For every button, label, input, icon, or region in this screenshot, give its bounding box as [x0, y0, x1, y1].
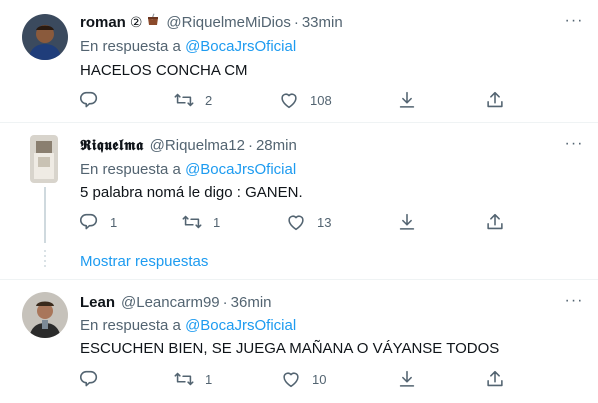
reply-mention-link[interactable]: @BocaJrsOficial — [185, 317, 296, 334]
more-icon[interactable]: ··· — [564, 13, 584, 34]
more-icon[interactable]: ··· — [564, 293, 584, 314]
reply-button[interactable]: 1 — [78, 211, 117, 233]
reply-icon — [79, 91, 98, 108]
handle[interactable]: @Leancarm99 — [121, 294, 220, 311]
like-button[interactable]: 13 — [285, 211, 331, 233]
download-button[interactable] — [396, 211, 418, 233]
like-count: 13 — [317, 214, 332, 230]
separator: · — [293, 13, 299, 31]
reply-mention-link[interactable]: @BocaJrsOficial — [185, 161, 296, 178]
reply-mention-link[interactable]: @BocaJrsOficial — [185, 38, 296, 55]
reply-to: En respuesta a @BocaJrsOficial — [80, 38, 296, 55]
badge: ② — [129, 13, 143, 30]
like-count: 10 — [312, 371, 327, 387]
share-icon — [487, 91, 503, 108]
reply-count: 1 — [110, 214, 118, 230]
more-icon[interactable]: ··· — [564, 136, 584, 157]
share-icon — [487, 213, 503, 230]
like-icon — [281, 93, 297, 109]
retweet-button[interactable]: 1 — [173, 368, 212, 390]
timestamp[interactable]: 28min — [256, 137, 297, 154]
avatar[interactable] — [22, 292, 68, 338]
retweet-icon — [182, 215, 202, 229]
reply-to: En respuesta a @BocaJrsOficial — [80, 317, 296, 334]
share-icon — [487, 370, 503, 387]
mate-icon — [146, 13, 160, 31]
download-icon — [399, 213, 415, 230]
retweet-count: 2 — [205, 92, 213, 108]
like-count: 108 — [310, 92, 332, 108]
reply-button[interactable] — [78, 89, 110, 111]
handle[interactable]: @RiquelmeMiDios — [166, 14, 290, 31]
download-button[interactable] — [396, 368, 418, 390]
retweet-count: 1 — [213, 214, 221, 230]
reply-to: En respuesta a @BocaJrsOficial — [80, 161, 296, 178]
retweet-count: 1 — [205, 371, 213, 387]
reply-icon — [79, 213, 98, 230]
retweet-icon — [174, 372, 194, 386]
retweet-icon — [174, 93, 194, 107]
reply-prefix: En respuesta a — [80, 38, 181, 55]
display-name[interactable]: 𝕽𝖎𝖖𝖚𝖊𝖑𝖒𝖆 — [80, 136, 144, 154]
thread-dots — [44, 250, 46, 270]
share-button[interactable] — [484, 89, 506, 111]
timestamp[interactable]: 36min — [231, 294, 272, 311]
reply-prefix: En respuesta a — [80, 317, 181, 334]
show-replies-link[interactable]: Mostrar respuestas — [80, 253, 208, 270]
tweet-3[interactable]: Lean @Leancarm99 · 36min ··· En respuest… — [0, 280, 598, 403]
handle[interactable]: @Riquelma12 — [150, 137, 245, 154]
display-name[interactable]: roman — [80, 14, 126, 31]
reply-icon — [79, 370, 98, 387]
retweet-button[interactable]: 1 — [181, 211, 220, 233]
separator: · — [222, 293, 228, 311]
reply-prefix: En respuesta a — [80, 161, 181, 178]
avatar[interactable] — [22, 14, 68, 60]
download-icon — [399, 91, 415, 108]
reply-button[interactable] — [78, 368, 110, 390]
share-button[interactable] — [484, 211, 506, 233]
tweet-1[interactable]: roman ② @RiquelmeMiDios · 33min ··· En r… — [0, 0, 598, 122]
timestamp[interactable]: 33min — [302, 14, 343, 31]
retweet-button[interactable]: 2 — [173, 89, 212, 111]
avatar[interactable] — [30, 135, 58, 183]
download-button[interactable] — [396, 89, 418, 111]
display-name[interactable]: Lean — [80, 294, 115, 311]
tweet-text: HACELOS CONCHA CM — [80, 62, 248, 79]
thread-line — [44, 187, 46, 243]
like-button[interactable]: 10 — [280, 368, 326, 390]
share-button[interactable] — [484, 368, 506, 390]
like-button[interactable]: 108 — [278, 89, 332, 111]
like-icon — [283, 372, 299, 388]
separator: · — [247, 136, 253, 154]
tweet-text: 5 palabra nomá le digo : GANEN. — [80, 184, 303, 201]
tweet-text: ESCUCHEN BIEN, SE JUEGA MAÑANA O VÁYANSE… — [80, 340, 500, 357]
download-icon — [399, 370, 415, 387]
like-icon — [288, 215, 304, 231]
